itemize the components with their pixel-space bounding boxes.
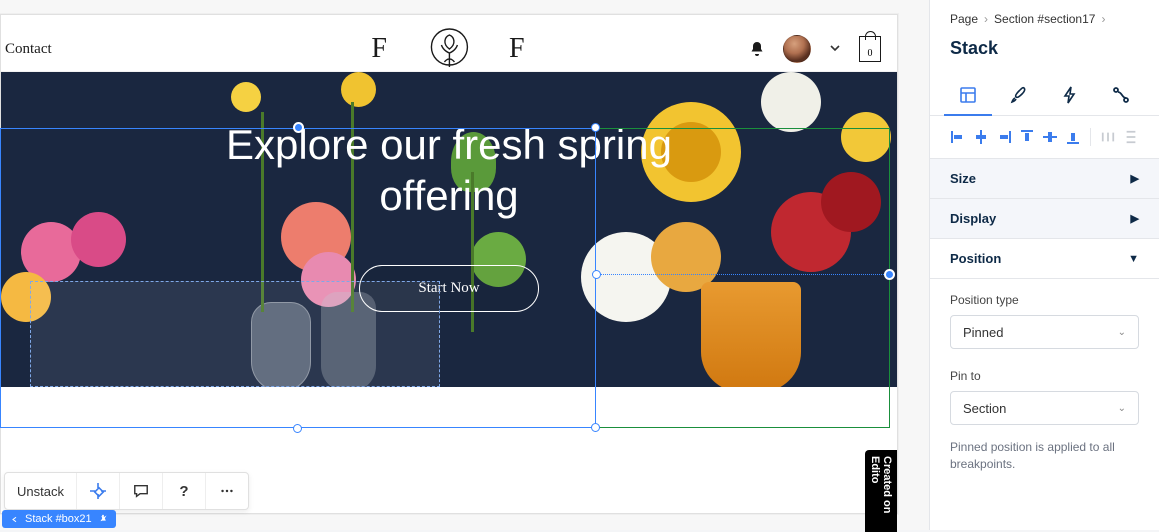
breadcrumb-sep-icon: › (1101, 12, 1105, 26)
resize-handle-top-right[interactable] (591, 123, 600, 132)
align-right-button[interactable] (994, 126, 1013, 148)
breadcrumb: Page › Section #section17 › (930, 0, 1159, 34)
help-button[interactable]: ? (163, 473, 206, 509)
tab-design[interactable] (1001, 75, 1037, 115)
page-preview: Contact F F (0, 14, 898, 514)
pin-to-field: Pin to Section ⌄ (930, 355, 1159, 431)
brush-icon (1010, 86, 1028, 104)
hero-cta-button[interactable]: Start Now (359, 265, 538, 312)
position-hint-text: Pinned position is applied to all breakp… (930, 431, 1159, 473)
editor-canvas: Contact F F (0, 0, 929, 530)
pin-to-select[interactable]: Section ⌄ (950, 391, 1139, 425)
unstack-label: Unstack (17, 484, 64, 499)
selection-tag-label: Stack #box21 (25, 513, 92, 525)
created-on-editor-badge: Created on Edito (865, 450, 897, 532)
chevron-down-icon: ▼ (1128, 253, 1139, 265)
more-icon (218, 482, 236, 500)
stack-direction-button[interactable] (77, 473, 120, 509)
tab-interactions[interactable] (1052, 75, 1088, 115)
breadcrumb-page[interactable]: Page (950, 12, 978, 26)
distribute-h-button[interactable] (1099, 126, 1118, 148)
help-icon: ? (175, 482, 193, 500)
tag-chevron-icon (10, 515, 19, 524)
stack-direction-icon (89, 482, 107, 500)
connector-icon (1112, 86, 1130, 104)
align-center-h-button[interactable] (971, 126, 990, 148)
tab-layout[interactable] (950, 75, 986, 115)
bag-count: 0 (868, 48, 873, 61)
align-top-button[interactable] (1017, 126, 1036, 148)
resize-handle-bottom[interactable] (293, 424, 302, 433)
hero-content-stack[interactable]: Explore our fresh spring offering Start … (1, 120, 897, 312)
hero-title-line2: offering (379, 172, 518, 219)
align-center-v-button[interactable] (1040, 126, 1059, 148)
logo-letter-right: F (509, 33, 527, 65)
shopping-bag-icon[interactable]: 0 (859, 36, 881, 62)
align-left-button[interactable] (948, 126, 967, 148)
lightning-icon (1061, 86, 1079, 104)
comment-button[interactable] (120, 473, 163, 509)
pin-to-value: Section (963, 401, 1006, 416)
hero-headline[interactable]: Explore our fresh spring offering (1, 120, 897, 223)
user-avatar[interactable] (783, 35, 811, 63)
resize-handle-right[interactable] (592, 270, 601, 279)
position-type-label: Position type (950, 293, 1139, 307)
selection-tag[interactable]: Stack #box21 (2, 510, 116, 528)
resize-handle-top[interactable] (293, 122, 304, 133)
notification-bell-icon[interactable] (749, 41, 765, 57)
logo-letter-left: F (371, 33, 389, 65)
breadcrumb-section[interactable]: Section #section17 (994, 12, 1095, 26)
distribute-v-button[interactable] (1122, 126, 1141, 148)
inspector-tabs (930, 75, 1159, 116)
panel-title: Stack (930, 34, 1159, 75)
unstack-button[interactable]: Unstack (5, 473, 77, 509)
select-chevron-icon: ⌄ (1118, 403, 1126, 414)
position-section-header[interactable]: Position ▼ (930, 239, 1159, 279)
chevron-right-icon: ▶ (1131, 172, 1139, 185)
comment-icon (132, 482, 150, 500)
section-handle-right[interactable] (884, 269, 895, 280)
more-actions-button[interactable] (206, 473, 248, 509)
tab-code[interactable] (1103, 75, 1139, 115)
breadcrumb-sep-icon: › (984, 12, 988, 26)
position-type-field: Position type Pinned ⌄ (930, 279, 1159, 355)
logo-flower-icon (427, 27, 471, 71)
site-header: Contact F F (1, 27, 897, 72)
resize-handle-bottom-right[interactable] (591, 423, 600, 432)
layout-icon (959, 86, 977, 104)
floating-action-toolbar: Unstack ? (4, 472, 249, 510)
hero-section[interactable]: Explore our fresh spring offering Start … (1, 72, 897, 387)
size-section-header[interactable]: Size ▶ (930, 159, 1159, 199)
site-logo[interactable]: F F (371, 27, 526, 71)
select-chevron-icon: ⌄ (1118, 327, 1126, 338)
display-label: Display (950, 211, 996, 226)
pin-icon (98, 514, 108, 524)
pin-to-label: Pin to (950, 369, 1139, 383)
display-section-header[interactable]: Display ▶ (930, 199, 1159, 239)
chevron-right-icon: ▶ (1131, 212, 1139, 225)
size-label: Size (950, 171, 976, 186)
position-type-value: Pinned (963, 325, 1003, 340)
align-bottom-button[interactable] (1063, 126, 1082, 148)
position-label: Position (950, 251, 1001, 266)
inspector-panel: Page › Section #section17 › Stack (929, 0, 1159, 530)
nav-link-contact[interactable]: Contact (5, 41, 52, 58)
position-type-select[interactable]: Pinned ⌄ (950, 315, 1139, 349)
alignment-controls (930, 116, 1159, 159)
user-menu-chevron-icon[interactable] (829, 42, 841, 57)
